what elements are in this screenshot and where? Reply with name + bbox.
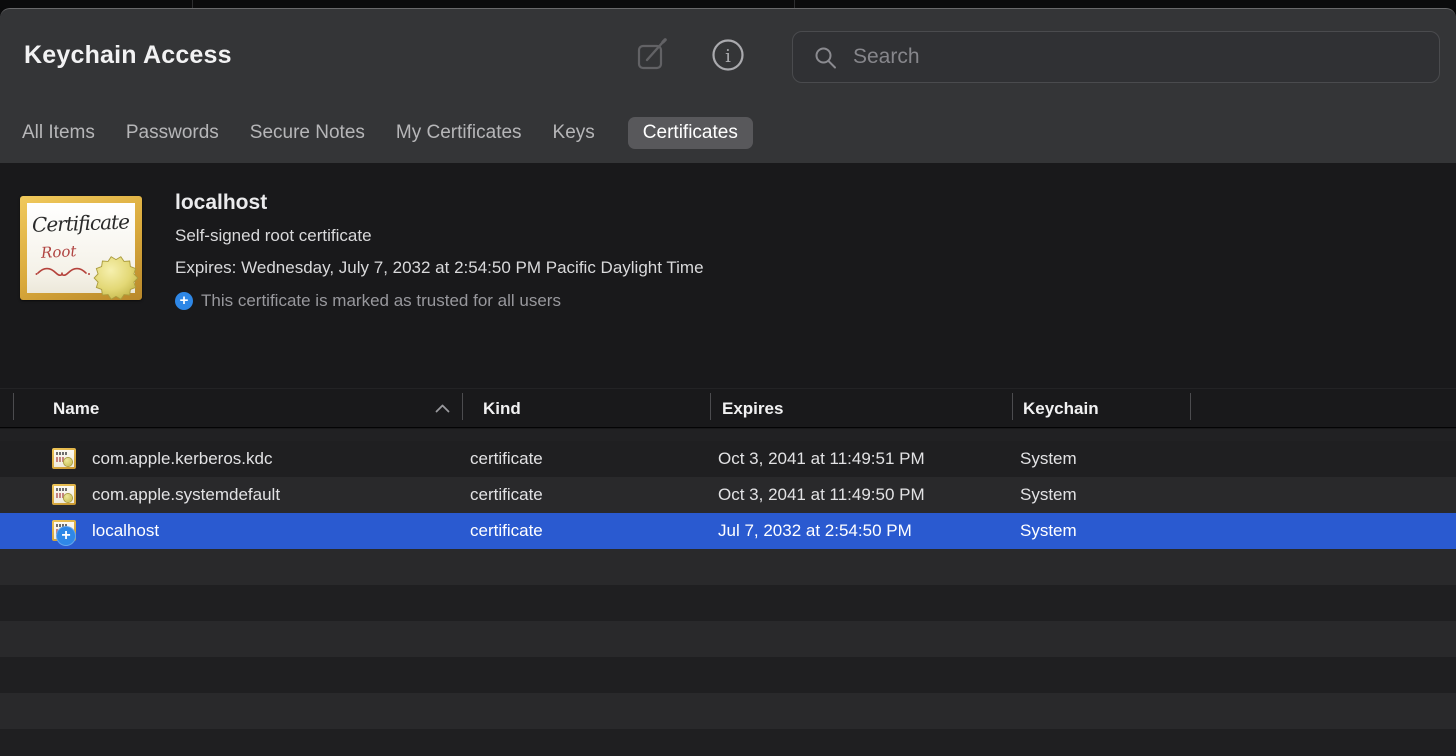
content-area: Certificate Root: [0, 163, 1456, 756]
background-divider: [192, 0, 193, 8]
page-title: Keychain Access: [24, 41, 232, 70]
column-divider[interactable]: [710, 393, 711, 420]
cell-name: com.apple.systemdefault: [92, 477, 280, 513]
tab-keys[interactable]: Keys: [553, 117, 595, 149]
plus-badge-icon: +: [175, 292, 193, 310]
empty-list-stripe: [0, 585, 1456, 621]
empty-list-stripe: [0, 549, 1456, 585]
cell-expires: Jul 7, 2032 at 2:54:50 PM: [718, 513, 912, 549]
cell-name: com.apple.kerberos.kdc: [92, 441, 272, 477]
trust-note-row: + This certificate is marked as trusted …: [175, 291, 561, 311]
table-row[interactable]: com.apple.systemdefault certificate Oct …: [0, 477, 1456, 513]
window-toolbar: Keychain Access i: [0, 8, 1456, 163]
trust-note-text: This certificate is marked as trusted fo…: [201, 291, 561, 311]
desktop-background-strip: [0, 0, 1456, 8]
search-input[interactable]: [837, 32, 1439, 82]
table-row[interactable]: + localhost certificate Jul 7, 2032 at 2…: [0, 513, 1456, 549]
certificate-root-icon: Certificate Root: [20, 196, 142, 300]
trusted-plus-badge-icon: +: [56, 526, 76, 546]
preview-title: localhost: [175, 191, 267, 215]
certificate-icon-detail: [56, 493, 64, 498]
cell-keychain: System: [1020, 441, 1077, 477]
cell-kind: certificate: [470, 513, 543, 549]
seal-icon: [93, 255, 139, 301]
certificate-icon-title: Certificate: [32, 209, 141, 237]
certificate-icon-detail: [56, 488, 67, 491]
empty-list-stripe: [0, 729, 1456, 756]
certificate-icon-subtitle: Root: [41, 242, 77, 262]
preview-subtitle: Self-signed root certificate: [175, 226, 372, 246]
tab-certificates[interactable]: Certificates: [628, 117, 753, 149]
certificate-icon: [52, 484, 76, 505]
empty-list-stripe: [0, 621, 1456, 657]
certificate-icon: +: [52, 520, 76, 541]
table-header: Name Kind Expires Keychain: [0, 388, 1456, 428]
cell-kind: certificate: [470, 477, 543, 513]
cell-keychain: System: [1020, 477, 1077, 513]
column-divider: [13, 393, 14, 420]
column-divider[interactable]: [462, 393, 463, 420]
tab-secure-notes[interactable]: Secure Notes: [250, 117, 365, 149]
column-header-keychain[interactable]: Keychain: [1023, 389, 1099, 428]
certificate-icon-detail: [56, 452, 67, 455]
certificate-paper: Certificate Root: [27, 203, 135, 293]
table-row[interactable]: com.apple.kerberos.kdc certificate Oct 3…: [0, 441, 1456, 477]
column-divider[interactable]: [1012, 393, 1013, 420]
cell-kind: certificate: [470, 441, 543, 477]
sort-ascending-icon: [435, 404, 450, 413]
tab-all-items[interactable]: All Items: [22, 117, 95, 149]
certificate-icon-detail: [56, 457, 64, 462]
list-top-gap: [0, 429, 1456, 441]
cell-expires: Oct 3, 2041 at 11:49:50 PM: [718, 477, 925, 513]
cell-expires: Oct 3, 2041 at 11:49:51 PM: [718, 441, 925, 477]
empty-list-stripe: [0, 693, 1456, 729]
info-icon: i: [711, 60, 745, 75]
search-icon: [814, 46, 837, 69]
column-header-expires[interactable]: Expires: [722, 389, 783, 428]
preview-expires: Expires: Wednesday, July 7, 2032 at 2:54…: [175, 258, 704, 278]
info-button[interactable]: i: [710, 38, 746, 74]
tab-my-certificates[interactable]: My Certificates: [396, 117, 522, 149]
compose-button[interactable]: [636, 37, 670, 73]
tab-passwords[interactable]: Passwords: [126, 117, 219, 149]
column-divider[interactable]: [1190, 393, 1191, 420]
flourish-icon: [35, 265, 93, 279]
cell-keychain: System: [1020, 513, 1077, 549]
search-field[interactable]: [792, 31, 1440, 83]
compose-icon: [637, 59, 669, 74]
category-tab-bar: All Items Passwords Secure Notes My Certifi…: [22, 116, 753, 150]
empty-list-stripe: [0, 657, 1456, 693]
svg-text:i: i: [725, 46, 731, 67]
column-header-name[interactable]: Name: [53, 389, 99, 428]
certificate-list: com.apple.kerberos.kdc certificate Oct 3…: [0, 429, 1456, 756]
keychain-access-window: Keychain Access i: [0, 0, 1456, 756]
column-header-kind[interactable]: Kind: [483, 389, 521, 428]
cell-name: localhost: [92, 513, 159, 549]
certificate-icon: [52, 448, 76, 469]
background-divider: [794, 0, 795, 8]
